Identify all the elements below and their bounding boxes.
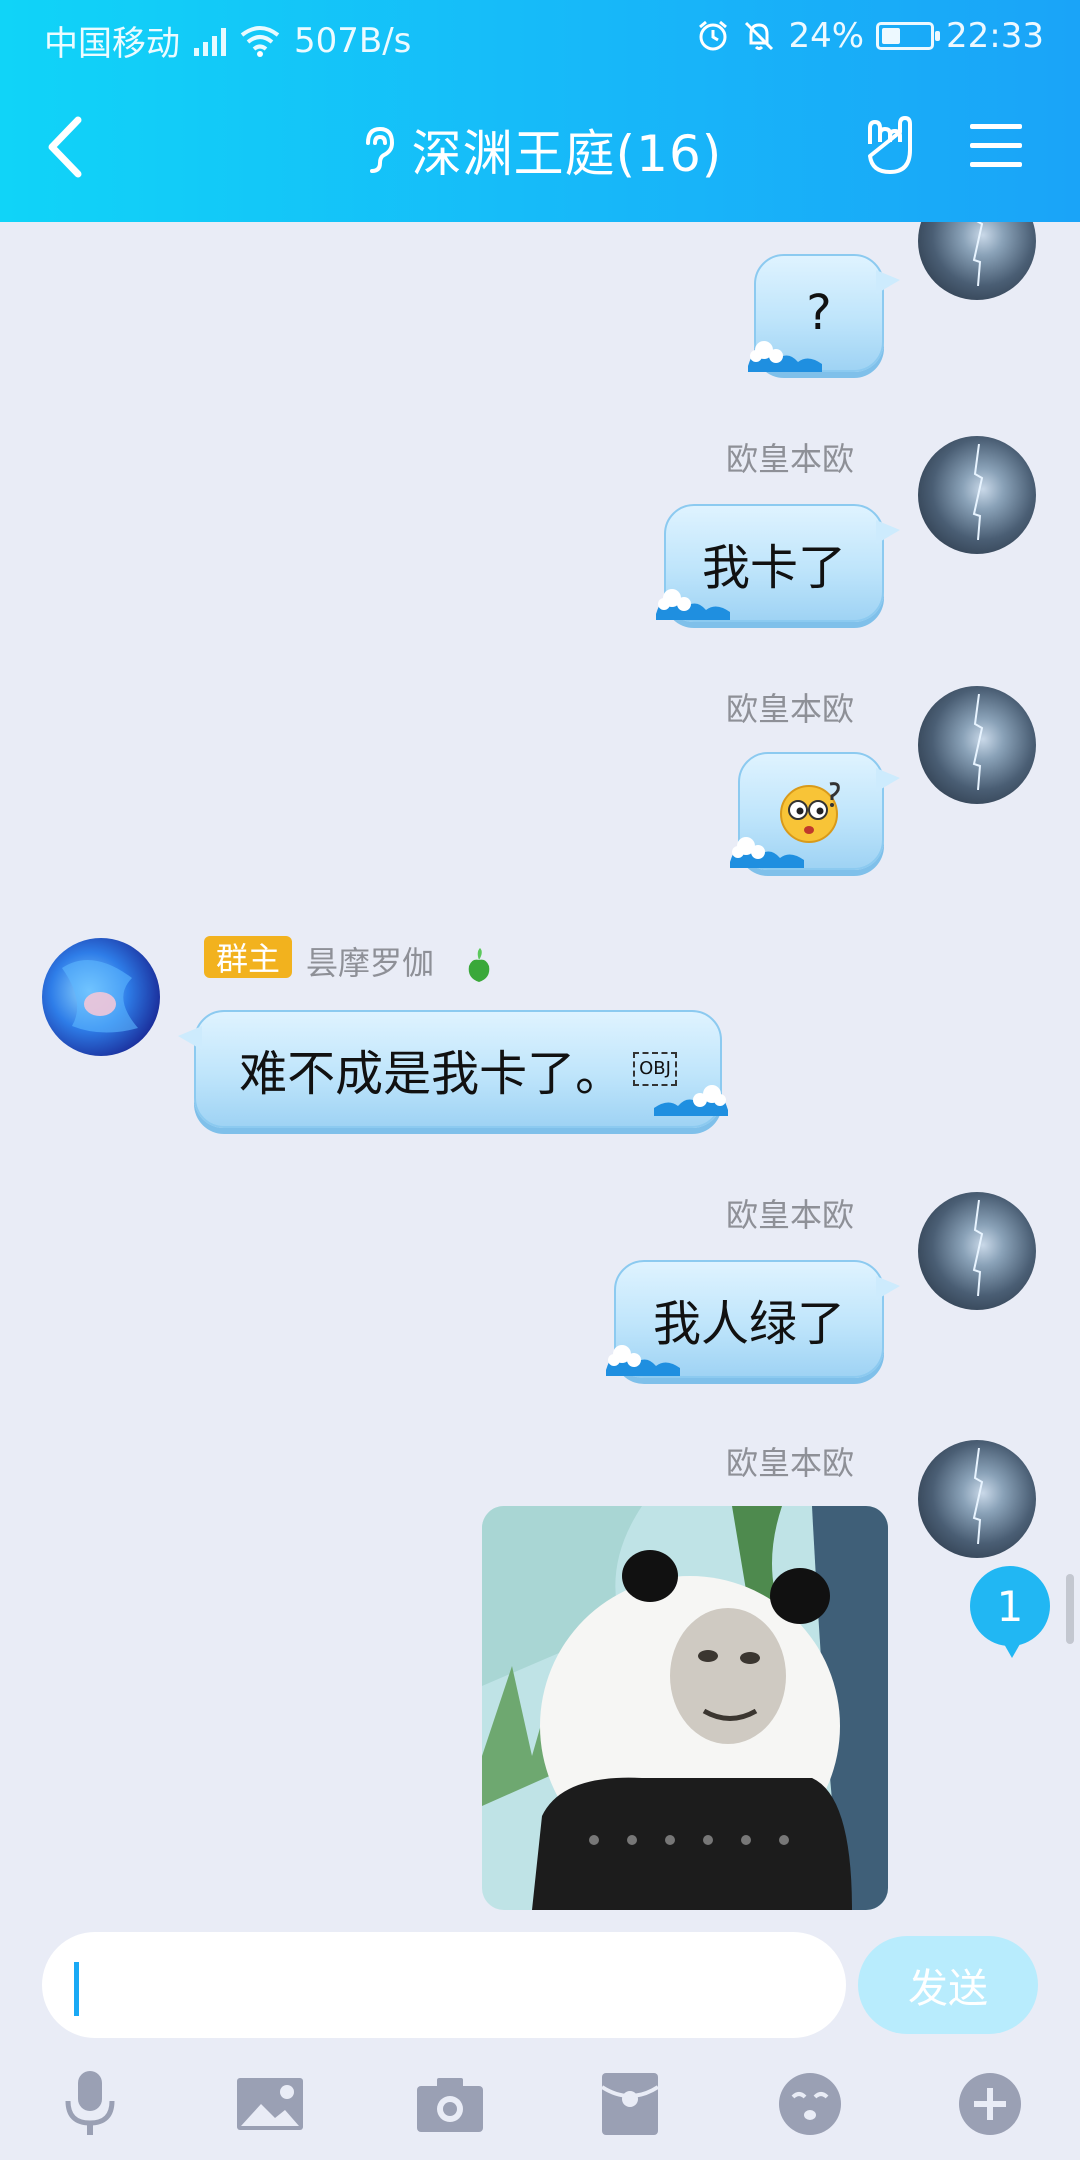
alarm-icon (699, 20, 728, 51)
wifi-icon (240, 25, 280, 57)
wave-decoration-icon (606, 1345, 680, 1376)
wave-decoration-icon (748, 341, 822, 372)
sender-name: 欧皇本欧 (726, 1444, 855, 1482)
sender-name: 欧皇本欧 (726, 1196, 855, 1234)
emoji-icon (779, 2073, 841, 2135)
signal-icon (194, 26, 226, 56)
status-left: 中国移动 507B/s (44, 16, 411, 65)
voice-button[interactable] (50, 2064, 130, 2144)
toolbar (0, 2064, 1080, 2154)
wave-decoration-icon (656, 589, 730, 620)
message-input[interactable] (42, 1932, 846, 2038)
image-button[interactable] (230, 2064, 310, 2144)
microphone-icon (65, 2071, 115, 2135)
battery-icon (876, 22, 941, 50)
battery-percent: 24% (788, 16, 865, 56)
carrier-label: 中国移动 (44, 24, 180, 64)
mute-icon (745, 21, 774, 51)
red-packet-icon (600, 2073, 660, 2135)
hand-gesture-icon[interactable] (858, 114, 922, 178)
network-speed: 507B/s (294, 20, 412, 61)
level-sprout-icon (468, 948, 490, 982)
text-cursor (74, 1962, 79, 2016)
emoji-button[interactable] (770, 2064, 850, 2144)
wave-decoration-icon (654, 1085, 728, 1116)
input-area: 发送 (0, 1912, 1080, 2160)
camera-icon (417, 2078, 483, 2132)
sender-name: 欧皇本欧 (726, 440, 855, 478)
scrollbar-thumb[interactable] (1066, 1574, 1074, 1644)
image-icon (237, 2078, 303, 2130)
menu-icon[interactable] (968, 118, 1024, 174)
ear-icon (365, 126, 394, 173)
unread-count-badge[interactable]: 1 (970, 1566, 1050, 1658)
plus-icon (959, 2073, 1021, 2135)
wave-decoration-icon (730, 837, 804, 868)
owner-avatar[interactable] (42, 938, 160, 1056)
camera-button[interactable] (410, 2064, 490, 2144)
status-right: 24% 22:33 (696, 16, 1044, 56)
chat-area[interactable]: ? 欧皇本欧 我卡了 欧皇本欧 群主 昙摩罗伽 难不成是我卡了。 OBJ 欧皇本… (0, 222, 1080, 1912)
avatar[interactable] (918, 1192, 1036, 1310)
red-packet-button[interactable] (590, 2064, 670, 2144)
message-text: 难不成是我卡了。 (239, 1046, 624, 1102)
avatar[interactable] (918, 222, 1036, 300)
clock: 22:33 (946, 16, 1044, 56)
avatar[interactable] (918, 436, 1036, 554)
owner-badge: 群主 (204, 936, 293, 978)
panda-meme-sticker[interactable] (482, 1506, 888, 1910)
avatar[interactable] (918, 1440, 1036, 1558)
more-button[interactable] (950, 2064, 1030, 2144)
sender-name: 昙摩罗伽 (306, 944, 435, 982)
status-bar: 中国移动 507B/s 24% 22:33 (0, 0, 1080, 76)
unread-count: 1 (996, 1581, 1024, 1631)
chat-header: 中国移动 507B/s 24% 22:33 深渊王庭(16) (0, 0, 1080, 222)
message-bubble[interactable]: 难不成是我卡了。 OBJ (178, 1010, 722, 1128)
send-button[interactable]: 发送 (858, 1936, 1038, 2034)
group-title: 深渊王庭(16) (411, 125, 723, 183)
avatar[interactable] (918, 686, 1036, 804)
sender-name: 欧皇本欧 (726, 690, 855, 728)
